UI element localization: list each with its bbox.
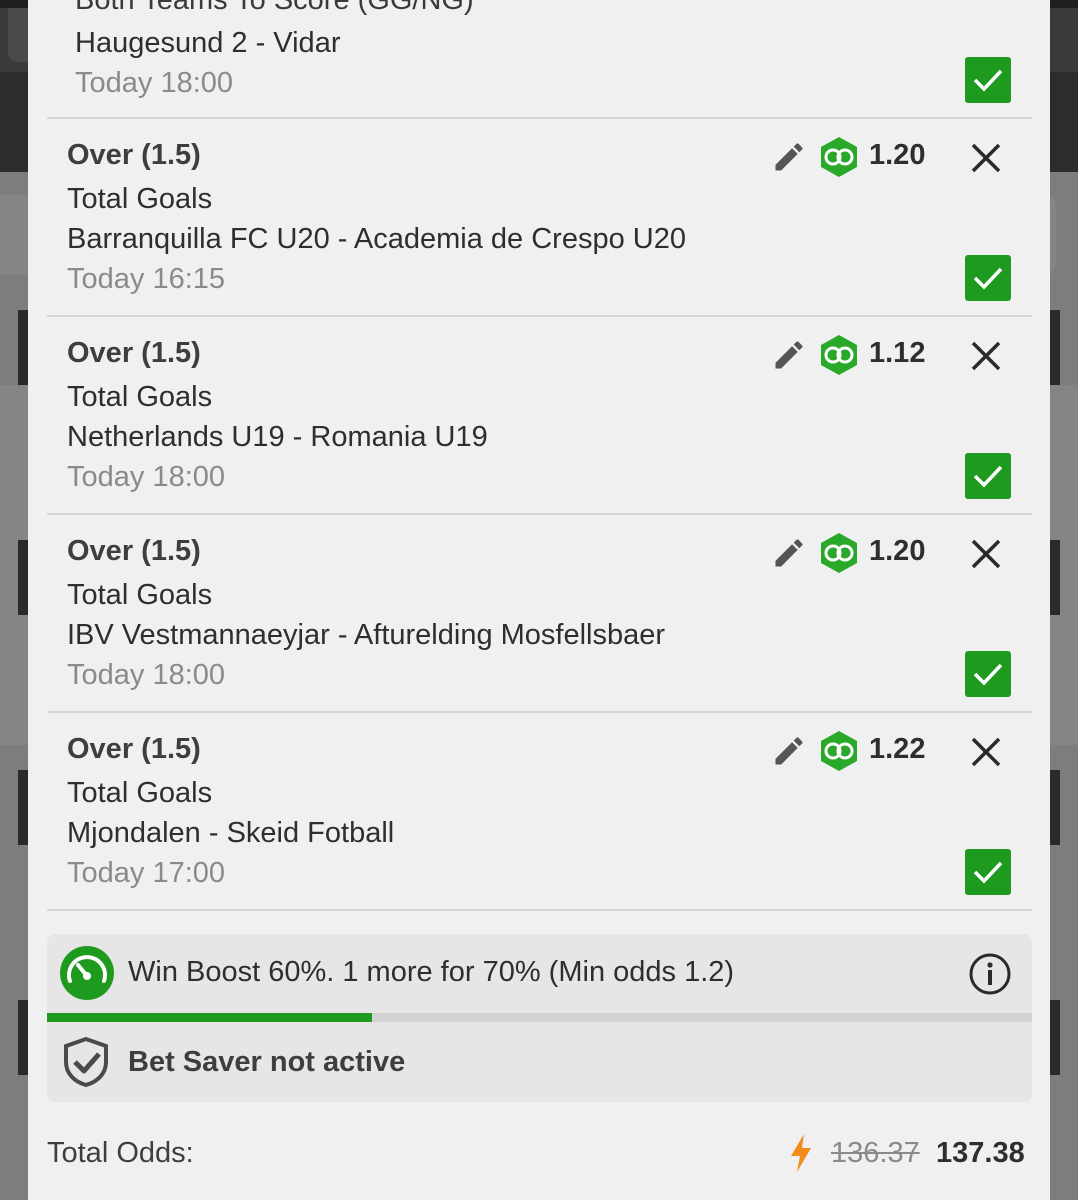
close-icon[interactable] [967, 733, 1005, 771]
selection-odds: 1.22 [869, 733, 926, 765]
selection-match: Netherlands U19 - Romania U19 [67, 421, 488, 453]
win-boost-progress-fill [47, 1013, 373, 1022]
selection-market: Over (1.5) [67, 535, 201, 567]
selection-match: IBV Vestmannaeyjar - Afturelding Mosfell… [67, 619, 666, 651]
edit-pencil-icon[interactable] [771, 535, 807, 571]
selection-odds: 1.20 [869, 139, 926, 171]
edit-pencil-icon[interactable] [771, 337, 807, 373]
original-total-odds: 136.37 [831, 1137, 920, 1169]
selection-checkbox[interactable] [965, 651, 1011, 697]
close-icon[interactable] [967, 139, 1005, 177]
odds-boost-icon [821, 533, 857, 573]
selection-card: Over (1.5) 1.20 Total Goals Barranquilla… [47, 119, 1032, 317]
selection-checkbox[interactable] [965, 57, 1011, 103]
selection-match: Mjondalen - Skeid Fotball [67, 817, 395, 849]
win-boost-text: Win Boost 60%. 1 more for 70% (Min odds … [128, 956, 735, 988]
win-boost-banner[interactable]: Win Boost 60%. 1 more for 70% (Min odds … [47, 934, 1032, 1014]
selection-match: Haugesund 2 - Vidar [75, 27, 341, 59]
close-icon[interactable] [967, 337, 1005, 375]
selection-time: Today 18:00 [75, 67, 234, 99]
selection-checkbox[interactable] [965, 255, 1011, 301]
check-icon [973, 69, 1003, 92]
check-icon [973, 465, 1003, 488]
selection-time: Today 17:00 [67, 857, 226, 889]
selection-checkbox[interactable] [965, 453, 1011, 499]
selection-match: Barranquilla FC U20 - Academia de Crespo… [67, 223, 686, 255]
total-odds-label: Total Odds: [47, 1137, 194, 1169]
selection-market-type: Total Goals [67, 579, 213, 611]
check-icon [973, 861, 1003, 884]
check-icon [973, 663, 1003, 686]
check-icon [973, 267, 1003, 290]
odds-boost-icon [821, 731, 857, 771]
odds-boost-icon [821, 335, 857, 375]
close-icon[interactable] [967, 535, 1005, 573]
selection-card: Over (1.5) 1.22 Total Goals Mjondalen - … [47, 713, 1032, 911]
selection-checkbox[interactable] [965, 849, 1011, 895]
selection-market: Over (1.5) [67, 337, 201, 369]
shield-check-icon [64, 1036, 108, 1088]
lightning-icon [791, 1134, 811, 1172]
odds-boost-icon [821, 137, 857, 177]
edit-pencil-icon[interactable] [771, 733, 807, 769]
selection-time: Today 18:00 [67, 659, 226, 691]
selection-market: Both Teams To Score (GG/NG) [75, 0, 474, 16]
selection-market-type: Total Goals [67, 381, 213, 413]
selection-odds: 1.20 [869, 535, 926, 567]
selection-time: Today 16:15 [67, 263, 226, 295]
selection-odds: 1.12 [869, 337, 926, 369]
betslip-sheet: Both Teams To Score (GG/NG) Haugesund 2 … [28, 0, 1050, 1200]
selection-time: Today 18:00 [67, 461, 226, 493]
edit-pencil-icon[interactable] [771, 139, 807, 175]
selection-market: Over (1.5) [67, 733, 201, 765]
selection-card: Over (1.5) 1.12 Total Goals Netherlands … [47, 317, 1032, 515]
boosted-total-odds: 137.38 [936, 1137, 1025, 1169]
selection-card: Over (1.5) 1.20 Total Goals IBV Vestmann… [47, 515, 1032, 713]
win-boost-progress [47, 1013, 1032, 1022]
info-icon[interactable] [968, 952, 1012, 996]
selection-market: Over (1.5) [67, 139, 201, 171]
selection-market-type: Total Goals [67, 183, 213, 215]
bet-saver-banner[interactable]: Bet Saver not active [47, 1022, 1032, 1102]
bet-saver-text: Bet Saver not active [128, 1046, 406, 1078]
speedometer-icon [60, 946, 114, 1000]
selection-market-type: Total Goals [67, 777, 213, 809]
